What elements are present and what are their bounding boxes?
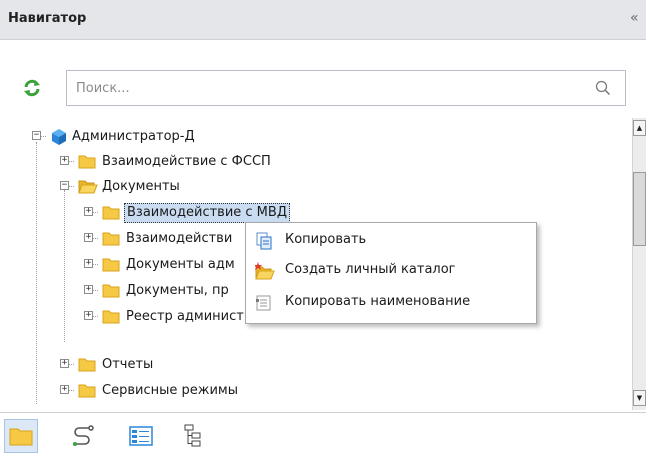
tree-guide-line bbox=[64, 190, 65, 342]
tree-node-label: Взаимодействи bbox=[126, 231, 233, 246]
search-box[interactable] bbox=[66, 70, 626, 106]
open-folder-icon bbox=[78, 180, 98, 194]
context-menu: Копировать Создать личный каталог Копиро… bbox=[245, 222, 537, 324]
tree-node-label: Документы адм bbox=[126, 257, 235, 272]
cube-icon bbox=[52, 129, 66, 145]
menu-item-label: Создать личный каталог bbox=[285, 262, 456, 277]
folder-icon bbox=[102, 284, 120, 298]
tree-node-label: Администратор-Д bbox=[72, 129, 195, 144]
bottom-toolbar bbox=[0, 412, 646, 458]
folder-icon bbox=[78, 155, 96, 169]
list-view-button[interactable] bbox=[124, 419, 158, 453]
tree-guide-line bbox=[36, 142, 37, 404]
folder-icon bbox=[78, 358, 96, 372]
expand-expander[interactable]: + bbox=[60, 385, 69, 394]
scroll-thumb[interactable] bbox=[633, 172, 646, 246]
folders-view-button[interactable] bbox=[4, 419, 38, 453]
tree-node-label: Отчеты bbox=[102, 357, 154, 372]
copy-icon bbox=[256, 232, 272, 250]
vertical-scrollbar[interactable]: ▲ ▼ bbox=[632, 118, 646, 410]
navigator-header: Навигатор « bbox=[0, 0, 646, 40]
copy-name-icon bbox=[256, 295, 271, 311]
collapse-expander[interactable]: − bbox=[60, 181, 69, 190]
folder-icon bbox=[102, 206, 120, 220]
tree-node-label: Документы bbox=[102, 179, 180, 194]
tree-node-label: Взаимодействие с ФССП bbox=[102, 154, 271, 169]
refresh-icon[interactable] bbox=[22, 78, 42, 98]
scroll-up-arrow-icon[interactable]: ▲ bbox=[633, 120, 646, 136]
collapse-expander[interactable]: − bbox=[32, 131, 41, 140]
tree-node-label: Сервисные режимы bbox=[102, 383, 238, 398]
folder-icon bbox=[102, 310, 120, 324]
tree-node-label: Взаимодействие с МВД bbox=[124, 203, 290, 223]
expand-expander[interactable]: + bbox=[84, 233, 93, 242]
tree-node-label: Документы, пр bbox=[126, 283, 229, 298]
menu-item-copy[interactable]: Копировать bbox=[247, 226, 535, 256]
expand-expander[interactable]: + bbox=[84, 207, 93, 216]
folder-icon bbox=[9, 428, 33, 446]
menu-item-label: Копировать наименование bbox=[285, 294, 471, 309]
scroll-down-arrow-icon[interactable]: ▼ bbox=[633, 390, 646, 406]
expand-expander[interactable]: + bbox=[84, 285, 93, 294]
search-input[interactable] bbox=[76, 79, 576, 97]
folder-icon bbox=[102, 258, 120, 272]
expand-expander[interactable]: + bbox=[84, 311, 93, 320]
new-folder-icon bbox=[255, 262, 275, 280]
tree-view-button[interactable] bbox=[176, 419, 210, 453]
search-icon[interactable] bbox=[595, 80, 611, 96]
menu-item-copy-name[interactable]: Копировать наименование bbox=[247, 288, 535, 318]
folder-icon bbox=[78, 384, 96, 398]
routes-view-button[interactable] bbox=[66, 419, 100, 453]
collapse-panel-icon[interactable]: « bbox=[630, 10, 638, 26]
folder-icon bbox=[102, 232, 120, 246]
expand-expander[interactable]: + bbox=[60, 156, 69, 165]
route-icon bbox=[73, 425, 94, 446]
expand-expander[interactable]: + bbox=[84, 259, 93, 268]
expand-expander[interactable]: + bbox=[60, 359, 69, 368]
tree-view-icon bbox=[184, 424, 201, 447]
panel-title: Навигатор bbox=[8, 11, 87, 26]
menu-item-label: Копировать bbox=[285, 232, 367, 247]
menu-item-create-personal-catalog[interactable]: Создать личный каталог bbox=[247, 256, 535, 286]
list-view-icon bbox=[129, 426, 153, 446]
